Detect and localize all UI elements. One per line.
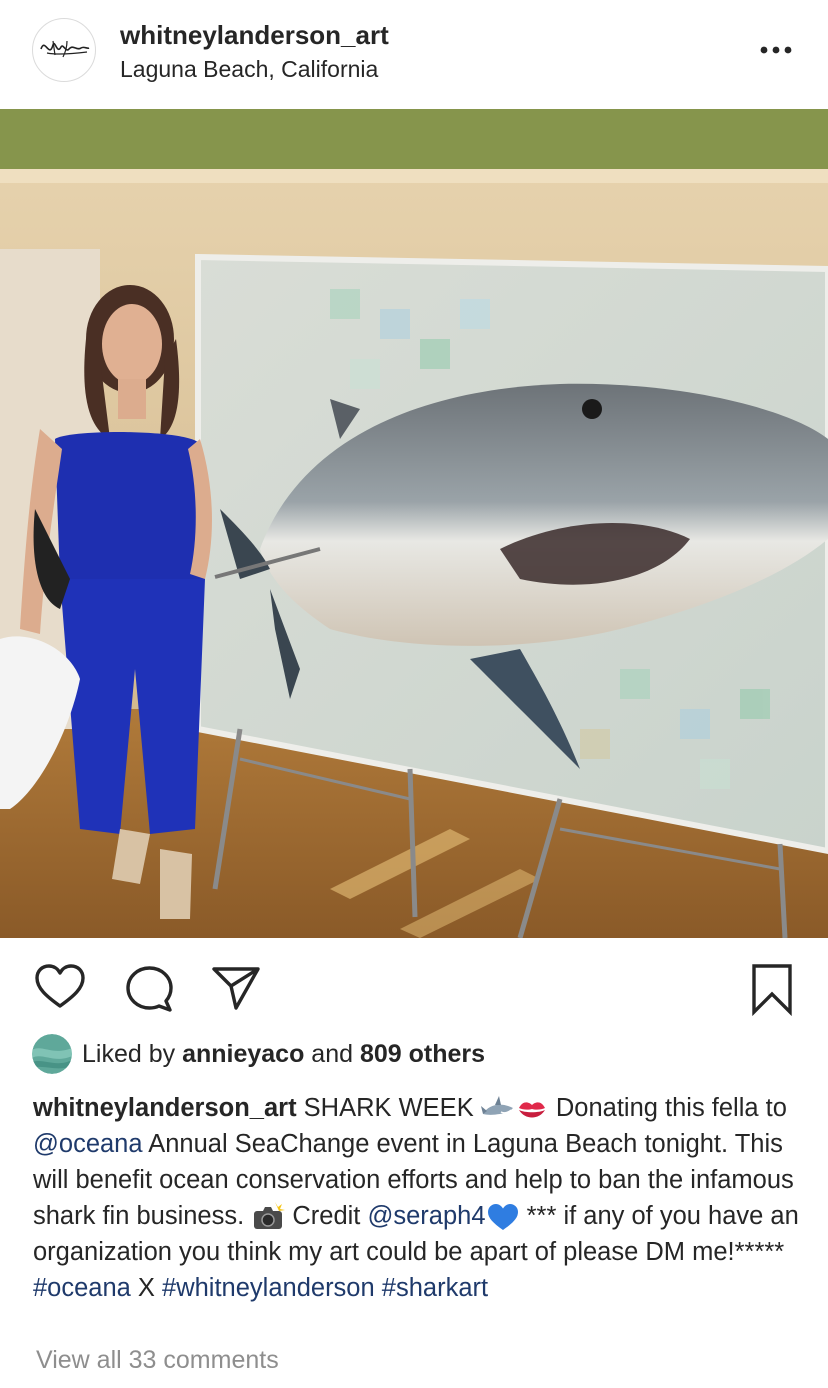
profile-avatar[interactable]: [32, 18, 96, 82]
more-horizontal-icon[interactable]: [756, 36, 796, 64]
caption-text-1: SHARK WEEK: [296, 1094, 481, 1122]
shark-emoji-icon: [480, 1094, 515, 1124]
liker-avatar[interactable]: [32, 1034, 72, 1074]
bookmark-icon[interactable]: [744, 960, 800, 1017]
action-bar: [0, 960, 828, 1020]
post-username[interactable]: whitneylanderson_art: [120, 20, 389, 51]
blue-heart-emoji-icon: [486, 1202, 520, 1232]
likes-and: and: [304, 1039, 360, 1068]
signature-logo-icon: [40, 40, 90, 58]
post-header: whitneylanderson_art Laguna Beach, Calif…: [0, 0, 828, 108]
send-icon[interactable]: [208, 960, 264, 1016]
kiss-mark-emoji-icon: [515, 1094, 549, 1124]
post-photo[interactable]: [0, 109, 828, 938]
mention-seraph4[interactable]: @seraph4: [367, 1202, 485, 1230]
camera-flash-emoji-icon: [251, 1202, 286, 1232]
likes-prefix: Liked by: [82, 1039, 183, 1068]
hashtag-sharkart[interactable]: #sharkart: [382, 1274, 488, 1302]
post-caption: whitneylanderson_art SHARK WEEK Donating…: [33, 1090, 803, 1306]
caption-text-6: X: [130, 1274, 163, 1302]
mention-oceana[interactable]: @oceana: [33, 1130, 143, 1158]
likes-text: Liked by annieyaco and 809 others: [82, 1040, 485, 1069]
liker-username[interactable]: annieyaco: [182, 1040, 304, 1068]
caption-text-7: [375, 1274, 382, 1302]
view-all-comments-link[interactable]: View all 33 comments: [36, 1346, 279, 1375]
likes-others[interactable]: 809 others: [360, 1040, 485, 1068]
heart-icon[interactable]: [32, 960, 88, 1016]
photo-image: [0, 109, 828, 938]
caption-text-2: Donating this fella to: [548, 1094, 787, 1122]
likes-row[interactable]: Liked by annieyaco and 809 others: [32, 1034, 485, 1074]
post-location[interactable]: Laguna Beach, California: [120, 56, 378, 83]
hashtag-oceana[interactable]: #oceana: [33, 1274, 131, 1302]
hashtag-whitneylanderson[interactable]: #whitneylanderson: [162, 1274, 375, 1302]
instagram-post: whitneylanderson_art Laguna Beach, Calif…: [0, 0, 828, 1388]
comment-icon[interactable]: [122, 960, 178, 1016]
caption-username[interactable]: whitneylanderson_art: [33, 1094, 297, 1122]
caption-text-4: Credit: [285, 1202, 368, 1230]
